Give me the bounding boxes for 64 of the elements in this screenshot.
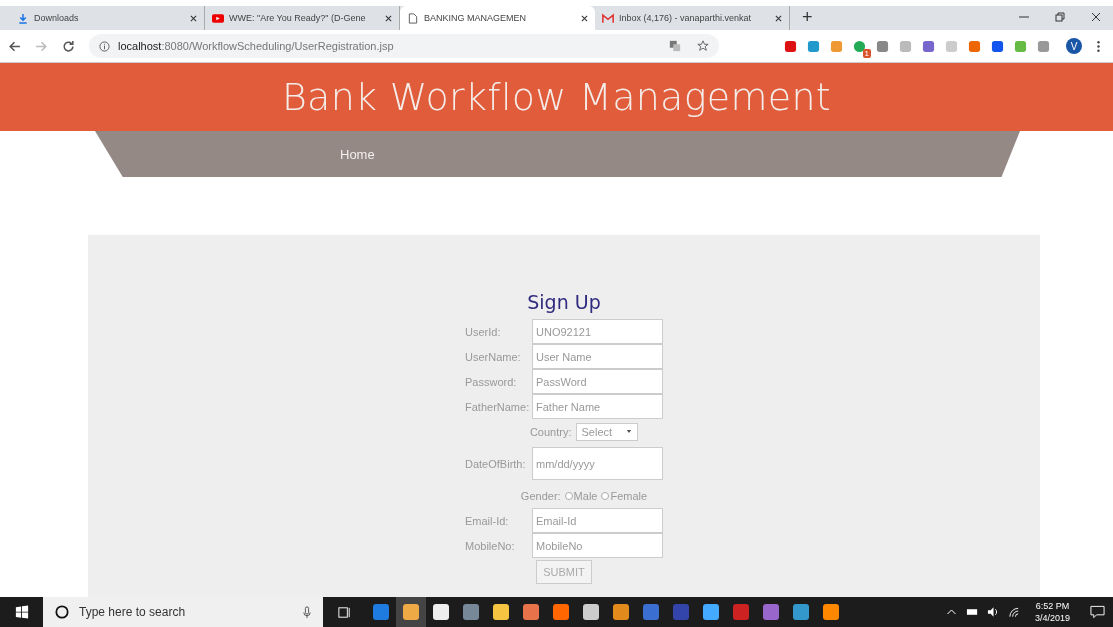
close-icon[interactable] [581,14,588,22]
caret-icon [626,429,633,434]
taskbar-search-field[interactable]: Type here to search [43,597,323,627]
profile-avatar[interactable]: V [1066,38,1082,54]
close-icon[interactable] [385,14,392,22]
field-label: Password: [465,375,518,388]
field-label: UserId: [465,325,502,338]
extension-icon[interactable] [784,39,797,53]
download-icon [17,12,29,24]
close-icon[interactable] [775,14,782,22]
star-icon[interactable] [697,40,709,52]
info-icon[interactable] [99,40,110,52]
back-icon[interactable] [8,39,21,53]
input-field[interactable]: Father Name [532,394,663,419]
site-title: Bank Workflow Management [281,75,832,119]
field-label: UserName: [465,350,522,363]
browser-tab[interactable]: Downloads [10,6,205,30]
field-label: Email-Id: [465,514,510,527]
new-tab-button[interactable]: + [802,7,813,28]
input-field[interactable]: mm/dd/yyyy [532,447,663,480]
form-title: Sign Up [527,291,601,313]
radio-button[interactable] [601,491,610,500]
extension-icon[interactable] [991,39,1004,53]
page-icon [407,12,419,24]
field-label: Country: [529,425,572,438]
field-label: DateOfBirth: [465,457,527,470]
speaker-icon[interactable] [986,606,1000,618]
wifi-icon[interactable] [1007,606,1021,618]
windows-start-icon[interactable] [15,605,29,619]
extension-icon[interactable] [853,39,866,53]
browser-tab[interactable]: Inbox (4,176) - vanaparthi.venkat [595,6,790,30]
input-field[interactable]: Email-Id [532,508,663,533]
input-field[interactable]: PassWord [532,369,663,394]
input-field[interactable]: MobileNo [532,533,663,558]
clock-date[interactable]: 3/4/2019 [1034,612,1070,624]
restore-icon[interactable] [1055,12,1065,22]
notification-badge: 1 [862,48,871,58]
url-text: localhost:8080/WorkflowScheduling/UserRegistration.jsp [118,40,395,52]
reload-icon[interactable] [62,39,75,53]
extension-icon[interactable] [1037,39,1050,53]
extension-icon[interactable] [922,39,935,53]
close-icon[interactable] [1091,12,1101,22]
circle-icon [55,605,69,619]
battery-icon[interactable] [965,606,979,618]
field-label: MobileNo: [465,539,516,552]
microphone-icon[interactable] [303,605,311,619]
extension-icon[interactable] [807,39,820,53]
field-label: FatherName: [465,400,531,413]
extension-icon[interactable] [968,39,981,53]
play-icon [212,12,224,24]
extension-icon[interactable] [876,39,889,53]
radio-button[interactable] [564,491,573,500]
radio-label: Female [610,489,648,502]
field-label: Gender: [520,489,561,502]
clock-time[interactable]: 6:52 PM [1035,600,1070,612]
task-view-icon[interactable] [337,604,352,620]
close-icon[interactable] [190,14,197,22]
mail-icon [602,12,614,24]
input-field[interactable]: User Name [532,344,663,369]
radio-label: Male [573,489,598,502]
notification-icon[interactable] [1090,605,1105,619]
browser-tab[interactable]: BANKING MANAGEMEN [400,6,595,30]
address-bar[interactable]: localhost:8080/WorkflowScheduling/UserRegistration.jsp [89,34,719,58]
translate-icon[interactable] [669,40,681,52]
